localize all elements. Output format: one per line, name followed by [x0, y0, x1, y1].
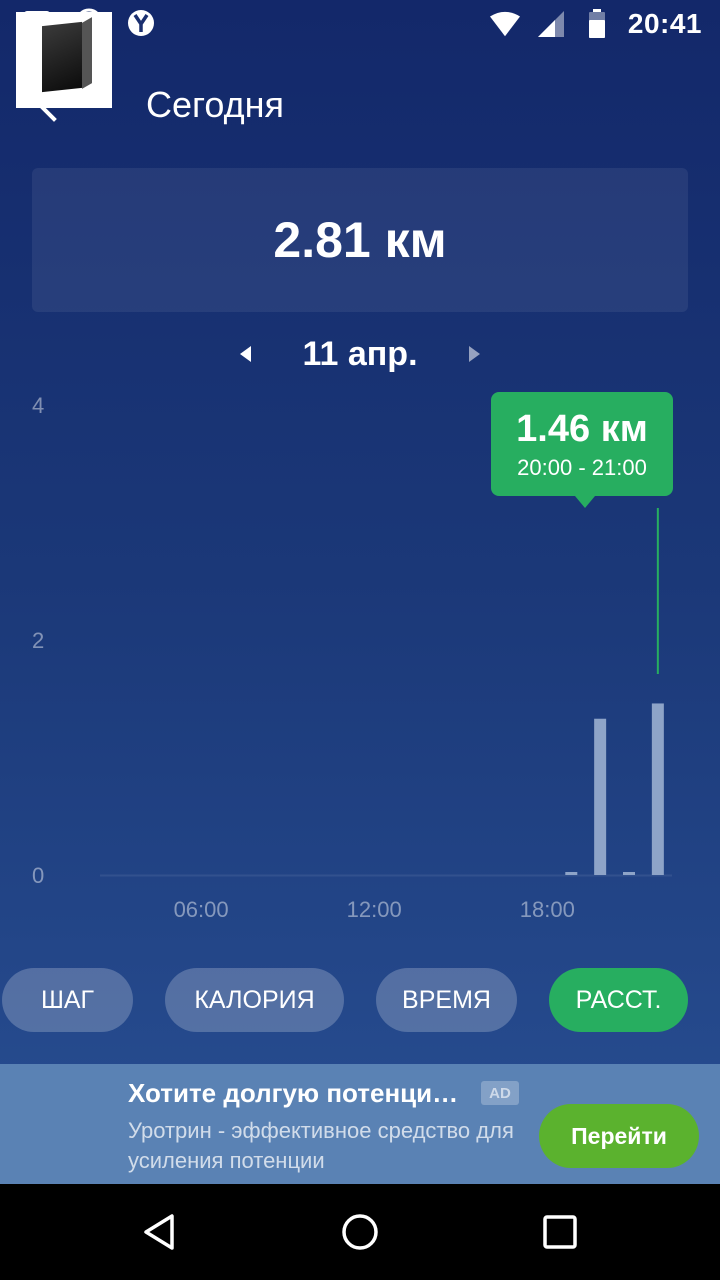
tab-distance[interactable]: РАССТ. — [549, 968, 688, 1032]
date-navigator: 11 апр. — [240, 330, 480, 378]
back-triangle-icon — [144, 1214, 174, 1250]
clock: 20:41 — [627, 8, 702, 39]
system-nav-bar — [0, 1184, 720, 1280]
tab-time[interactable]: ВРЕМЯ — [376, 968, 517, 1032]
x-tick-label: 06:00 — [174, 897, 229, 922]
battery-icon — [582, 9, 612, 39]
tooltip-arrow — [575, 496, 595, 508]
triangle-right-icon[interactable] — [469, 346, 480, 362]
triangle-left-icon[interactable] — [240, 346, 251, 362]
chart-bar[interactable] — [594, 718, 607, 875]
ad-cta-button[interactable]: Перейти — [539, 1104, 699, 1168]
product-box-side — [82, 17, 92, 89]
y-tick-label: 2 — [32, 628, 44, 653]
x-tick-label: 12:00 — [347, 897, 402, 922]
recents-square-icon — [543, 1215, 577, 1249]
ad-badge: AD — [481, 1081, 519, 1105]
tooltip-value: 1.46 км — [516, 408, 648, 450]
yandex-icon — [126, 8, 156, 38]
y-tick-label: 0 — [32, 863, 44, 888]
ad-description: Уротрин - эффективное средство для усиле… — [128, 1118, 514, 1173]
product-box — [42, 21, 82, 93]
nav-home-button[interactable] — [312, 1184, 408, 1280]
chart-bar[interactable] — [565, 872, 578, 875]
ad-title[interactable]: Хотите долгую потенци… — [128, 1078, 458, 1109]
nav-back-button[interactable] — [112, 1184, 208, 1280]
home-circle-icon — [342, 1214, 378, 1250]
page-title: Сегодня — [146, 84, 284, 125]
tab-steps[interactable]: ШАГ — [2, 968, 133, 1032]
x-tick-label: 18:00 — [520, 897, 575, 922]
wifi-icon — [489, 9, 520, 39]
total-distance-value: 2.81 км — [273, 212, 447, 268]
tab-calories[interactable]: КАЛОРИЯ — [165, 968, 344, 1032]
ad-product-image[interactable] — [16, 12, 112, 108]
chart-bar[interactable] — [623, 872, 635, 875]
system-status: 20:41 — [489, 8, 702, 40]
total-distance-card: 2.81 км — [32, 168, 688, 312]
signal-icon — [536, 9, 566, 39]
current-date: 11 апр. — [302, 334, 418, 373]
y-tick-label: 4 — [32, 393, 44, 418]
tooltip-range: 20:00 - 21:00 — [517, 455, 647, 480]
nav-recents-button[interactable] — [512, 1184, 608, 1280]
chart-bar[interactable] — [651, 703, 664, 875]
chart-tooltip: 1.46 км 20:00 - 21:00 — [491, 392, 673, 508]
